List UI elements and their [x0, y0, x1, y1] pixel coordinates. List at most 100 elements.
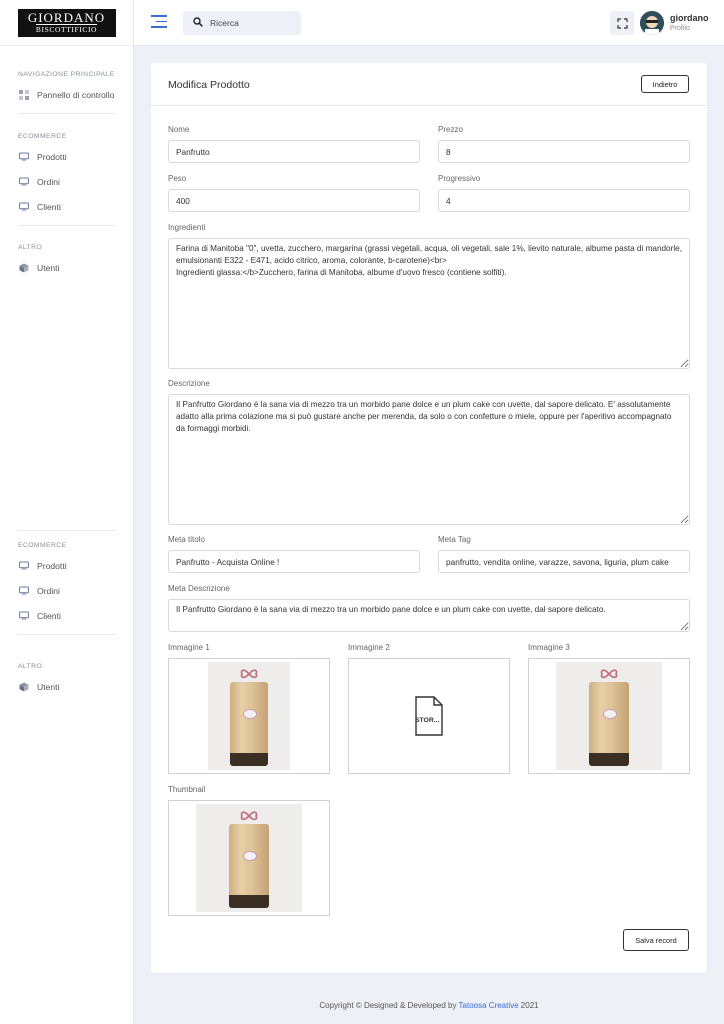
thumbnail-upload[interactable]: [168, 800, 330, 916]
sidebar-section-title: ALTRO: [18, 663, 43, 670]
card-header: Modifica Prodotto Indietro: [151, 63, 707, 106]
sidebar-item-clienti[interactable]: Clienti: [0, 194, 134, 219]
menu-toggle-icon[interactable]: [151, 15, 167, 29]
sidebar-item-dashboard[interactable]: Pannello di controllo: [0, 82, 134, 107]
ingredienti-label: Ingredienti: [168, 223, 206, 232]
monitor-icon: [19, 177, 29, 187]
sidebar-item-ordini[interactable]: Ordini: [0, 578, 134, 603]
product-bag: [230, 682, 268, 766]
product-bag: [589, 682, 629, 766]
image-2-upload[interactable]: STOR...: [348, 658, 510, 774]
image-1-upload[interactable]: [168, 658, 330, 774]
sidebar-section-altro-2: ALTRO Utenti: [0, 660, 134, 699]
product-photo: [196, 804, 302, 912]
progressivo-label: Progressivo: [438, 174, 481, 183]
product-photo: [208, 662, 290, 770]
product-photo: [556, 662, 662, 770]
logo-line-2: BISCOTTIFICIO: [35, 24, 98, 34]
ribbon-icon: [600, 669, 618, 679]
sidebar-item-prodotti[interactable]: Prodotti: [0, 144, 134, 169]
peso-field[interactable]: [168, 189, 420, 212]
meta-titolo-field[interactable]: [168, 550, 420, 573]
page-title: Modifica Prodotto: [168, 79, 250, 91]
sidebar-section-title: ECOMMERCE: [18, 133, 67, 140]
sidebar-item-utenti[interactable]: Utenti: [0, 255, 134, 280]
prezzo-label: Prezzo: [438, 125, 463, 134]
sidebar-item-label: Pannello di controllo: [37, 89, 115, 100]
ribbon-icon: [240, 811, 258, 821]
ribbon-icon: [240, 669, 258, 679]
prezzo-field[interactable]: [438, 140, 690, 163]
sidebar-item-label: Utenti: [37, 262, 60, 273]
nome-field[interactable]: [168, 140, 420, 163]
monitor-icon: [19, 561, 29, 571]
edit-product-card: Modifica Prodotto Indietro Nome Prezzo P…: [151, 63, 707, 973]
sidebar-section-ecommerce-2: ECOMMERCE Prodotti Ordini Clienti: [0, 530, 134, 643]
cube-icon: [19, 682, 29, 692]
logo-line-1: GIORDANO: [27, 10, 106, 25]
monitor-icon: [19, 586, 29, 596]
meta-titolo-label: Meta titolo: [168, 535, 205, 544]
logo-container[interactable]: GIORDANO BISCOTTIFICIO: [0, 0, 133, 46]
monitor-icon: [19, 202, 29, 212]
sidebar-divider: [18, 530, 116, 531]
sidebar-item-clienti[interactable]: Clienti: [0, 603, 134, 628]
sidebar-item-ordini[interactable]: Ordini: [0, 169, 134, 194]
peso-label: Peso: [168, 174, 187, 183]
meta-tag-label: Meta Tag: [438, 535, 471, 544]
fullscreen-button[interactable]: [610, 11, 634, 35]
back-button[interactable]: Indietro: [641, 75, 689, 93]
sidebar-item-prodotti[interactable]: Prodotti: [0, 553, 134, 578]
nome-label: Nome: [168, 125, 190, 134]
sidebar-item-label: Prodotti: [37, 151, 67, 162]
file-icon: [415, 696, 443, 736]
immagine-3-label: Immagine 3: [528, 643, 570, 652]
product-bag: [229, 824, 269, 908]
sidebar-item-label: Clienti: [37, 610, 61, 621]
monitor-icon: [19, 152, 29, 162]
search-icon: [193, 17, 203, 29]
footer: Copyright © Designed & Developed by Tato…: [134, 1001, 724, 1010]
sidebar-item-label: Prodotti: [37, 560, 67, 571]
meta-descrizione-textarea[interactable]: Il Panfrutto Giordano è la sana via di m…: [168, 599, 690, 632]
save-record-button[interactable]: Salva record: [623, 929, 689, 951]
descrizione-textarea[interactable]: Il Panfrutto Giordano è la sana via di m…: [168, 394, 690, 525]
footer-year: 2021: [518, 1001, 539, 1010]
sidebar-section-title: NAVIGAZIONE PRINCIPALE: [18, 71, 115, 78]
sidebar-section-ecommerce: ECOMMERCE Prodotti Ordini Clienti: [0, 130, 134, 234]
sidebar-section-navigation: NAVIGAZIONE PRINCIPALE Pannello di contr…: [0, 68, 134, 122]
search-box[interactable]: [183, 11, 301, 35]
sidebar-item-label: Clienti: [37, 201, 61, 212]
progressivo-field[interactable]: [438, 189, 690, 212]
sidebar-item-label: Utenti: [37, 681, 60, 692]
footer-brand-link[interactable]: Tatoosa Creative: [459, 1001, 519, 1010]
meta-tag-field[interactable]: [438, 550, 690, 573]
immagine-1-label: Immagine 1: [168, 643, 210, 652]
sidebar-section-title: ECOMMERCE: [18, 542, 67, 549]
footer-text: Copyright © Designed & Developed by: [319, 1001, 459, 1010]
sidebar-item-label: Ordini: [37, 176, 60, 187]
cube-icon: [19, 263, 29, 273]
user-role[interactable]: Profilo: [670, 25, 690, 32]
sidebar: GIORDANO BISCOTTIFICIO NAVIGAZIONE PRINC…: [0, 0, 134, 1024]
sidebar-section-title: ALTRO: [18, 244, 43, 251]
fullscreen-icon: [616, 17, 628, 29]
immagine-2-label: Immagine 2: [348, 643, 390, 652]
topbar: giordano Profilo: [134, 0, 724, 46]
logo[interactable]: GIORDANO BISCOTTIFICIO: [17, 8, 116, 37]
user-name[interactable]: giordano: [670, 13, 709, 23]
meta-descrizione-label: Meta Descrizione: [168, 584, 230, 593]
thumbnail-label: Thumbnail: [168, 785, 206, 794]
sidebar-section-altro: ALTRO Utenti: [0, 241, 134, 280]
avatar[interactable]: [640, 11, 664, 35]
dashboard-icon: [19, 89, 29, 100]
sidebar-divider: [18, 113, 116, 114]
image-3-upload[interactable]: [528, 658, 690, 774]
sidebar-divider: [18, 634, 116, 635]
sidebar-item-label: Ordini: [37, 585, 60, 596]
ingredienti-textarea[interactable]: Farina di Manitoba "0", uvetta, zucchero…: [168, 238, 690, 369]
monitor-icon: [19, 611, 29, 621]
search-input[interactable]: [210, 18, 290, 28]
sidebar-item-utenti[interactable]: Utenti: [0, 674, 134, 699]
file-name-text: STOR...: [415, 717, 440, 724]
